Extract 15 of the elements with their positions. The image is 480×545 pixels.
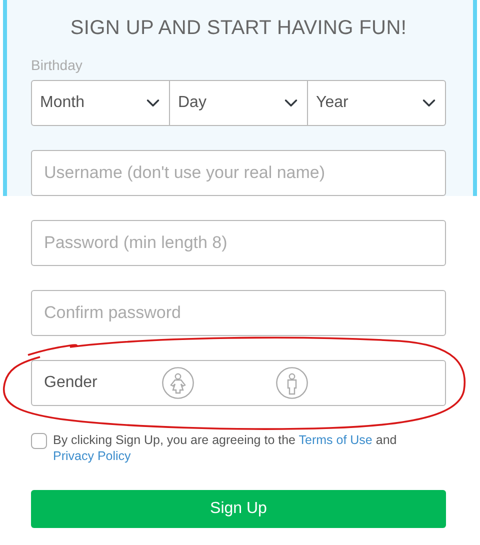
policy-link[interactable]: Terms of Use [298, 433, 372, 447]
female-icon[interactable] [162, 367, 194, 399]
form-heading: SIGN UP AND START HAVING FUN! [69, 16, 408, 40]
date-select[interactable]: Day [170, 80, 308, 126]
agree-checkbox[interactable] [31, 433, 47, 449]
gender-label: Gender [44, 373, 98, 393]
policy-link[interactable]: Privacy Policy [53, 449, 131, 463]
agreement-text: By clicking Sign Up, you are agreeing to the Terms of Use and Privacy Policy [53, 432, 398, 464]
text-field[interactable]: Username (don't use your real name) [31, 150, 446, 196]
birthday-label: Birthday [31, 56, 84, 75]
text-field[interactable]: Password (min length 8) [31, 220, 446, 266]
date-select[interactable]: Month [31, 80, 170, 126]
male-icon[interactable] [276, 367, 308, 399]
text-field[interactable]: Confirm password [31, 290, 446, 336]
date-select[interactable]: Year [308, 80, 446, 126]
